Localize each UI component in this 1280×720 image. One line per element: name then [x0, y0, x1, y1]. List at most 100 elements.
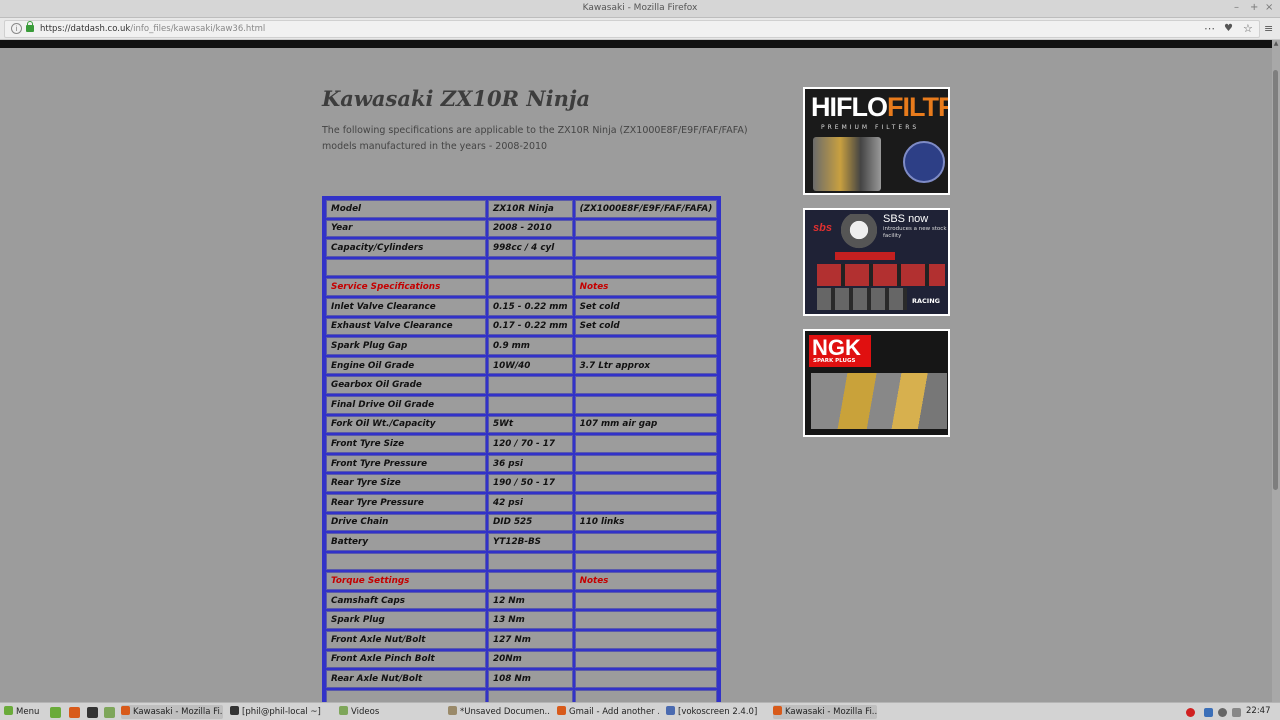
taskbar-item-gmail[interactable]: Gmail - Add another ...: [557, 705, 659, 719]
products-image: [817, 288, 907, 310]
spec-cell-c1: Engine Oil Grade: [326, 356, 486, 375]
spec-cell-c2: [488, 552, 573, 571]
spec-cell-c1: Final Drive Oil Grade: [326, 395, 486, 414]
files-launcher-icon[interactable]: [104, 707, 115, 718]
spec-cell-c3: Set cold: [574, 317, 718, 336]
spec-row: Gearbox Oil Grade: [326, 376, 718, 394]
sbs-ad[interactable]: sbs SBS now introduces a new stock facil…: [803, 208, 950, 316]
spec-cell-c1: Rear Tyre Pressure: [326, 493, 486, 512]
hiflo-logo-a: HIFLO: [811, 92, 888, 122]
spec-row: Rear Tyre Pressure 42 psi: [326, 493, 718, 512]
spec-cell-c3: (ZX1000E8F/E9F/FAF/FAFA): [574, 200, 718, 218]
spec-table: Model ZX10R Ninja (ZX1000E8F/E9F/FAF/FAFA)…: [322, 196, 722, 702]
spec-cell-c1: Capacity/Cylinders: [326, 239, 486, 257]
spec-cell-c3: [574, 670, 718, 688]
terminal-launcher-icon[interactable]: [87, 707, 98, 718]
hiflo-tagline: PREMIUM FILTERS: [821, 124, 920, 131]
taskbar-item-label: [phil@phil-local ~]: [242, 707, 321, 717]
vertical-scrollbar[interactable]: ▲: [1272, 40, 1280, 702]
spec-cell-c1: [326, 689, 486, 702]
spec-row: [326, 258, 718, 277]
spec-cell-c2: 20Nm: [488, 650, 573, 669]
taskbar-item-label: Kawasaki - Mozilla Fi...: [785, 707, 877, 717]
show-desktop-icon[interactable]: [50, 707, 61, 718]
hiflofiltro-ad[interactable]: HIFLOFILTRO PREMIUM FILTERS: [803, 87, 950, 195]
spec-cell-c3: [574, 376, 718, 394]
spec-cell-c3: [574, 219, 718, 238]
pocket-icon[interactable]: ♥: [1224, 23, 1233, 34]
ngk-ad[interactable]: NGK SPARK PLUGS: [803, 329, 950, 437]
spec-cell-c1: Torque Settings: [326, 572, 486, 590]
spec-cell-c3: [574, 533, 718, 551]
scroll-up-icon[interactable]: ▲: [1272, 40, 1280, 47]
spec-row: [326, 689, 718, 702]
folder-icon: [339, 706, 348, 715]
spec-row: Inlet Valve Clearance 0.15 - 0.22 mm Set c…: [326, 297, 718, 316]
spec-row: Camshaft Caps 12 Nm: [326, 591, 718, 610]
site-info-icon[interactable]: i: [11, 23, 22, 34]
taskbar-item-label: Gmail - Add another ...: [569, 707, 659, 717]
spec-cell-c3: Set cold: [574, 297, 718, 316]
taskbar-item-terminal[interactable]: [phil@phil-local ~]: [230, 705, 332, 719]
spec-cell-c1: Fork Oil Wt./Capacity: [326, 415, 486, 434]
firefox-icon: [557, 706, 566, 715]
spec-cell-c3: Notes: [574, 572, 718, 590]
hamburger-menu-icon[interactable]: ≡: [1264, 22, 1273, 35]
spec-cell-c3: 107 mm air gap: [574, 415, 718, 434]
spec-cell-c2: 0.9 mm: [488, 337, 573, 355]
filter-products-image: [813, 137, 881, 191]
spec-row: Spark Plug 13 Nm: [326, 611, 718, 630]
spec-cell-c2: [488, 376, 573, 394]
taskbar-item-kawasaki-2[interactable]: Kawasaki - Mozilla Fi...: [773, 705, 877, 719]
spec-row: Service Specifications Notes: [326, 278, 718, 296]
maximize-icon[interactable]: +: [1250, 2, 1258, 13]
spec-cell-c1: Battery: [326, 533, 486, 551]
spec-row: Torque Settings Notes: [326, 572, 718, 590]
spec-cell-c1: Spark Plug Gap: [326, 337, 486, 355]
spec-cell-c1: Inlet Valve Clearance: [326, 297, 486, 316]
spec-cell-c3: [574, 454, 718, 473]
user-icon[interactable]: [1218, 708, 1227, 717]
page-actions-icon[interactable]: ⋯: [1204, 22, 1215, 35]
close-icon[interactable]: ×: [1265, 2, 1273, 13]
spec-row: Year 2008 - 2010: [326, 219, 718, 238]
hiflo-logo: HIFLOFILTRO: [811, 92, 948, 123]
spec-cell-c3: [574, 611, 718, 630]
spec-cell-c1: Spark Plug: [326, 611, 486, 630]
lock-icon[interactable]: [26, 21, 34, 32]
spec-row: Rear Axle Nut/Bolt 108 Nm: [326, 670, 718, 688]
record-icon[interactable]: [1186, 708, 1195, 717]
url-bar[interactable]: i https://datdash.co.uk/info_files/kawas…: [4, 20, 1260, 38]
taskbar-item-editor[interactable]: *Unsaved Documen...: [448, 705, 550, 719]
minimize-icon[interactable]: –: [1234, 2, 1239, 13]
clock[interactable]: 22:47: [1246, 706, 1271, 716]
spec-cell-c2: 13 Nm: [488, 611, 573, 630]
spec-row: Front Tyre Pressure 36 psi: [326, 454, 718, 473]
taskbar-item-label: Videos: [351, 707, 380, 717]
taskbar-item-kawasaki[interactable]: Kawasaki - Mozilla Fi...: [121, 705, 223, 719]
spec-cell-c2: 2008 - 2010: [488, 219, 573, 238]
spec-cell-c3: [574, 650, 718, 669]
shield-icon[interactable]: [1204, 708, 1213, 717]
url-text[interactable]: https://datdash.co.uk/info_files/kawasak…: [40, 24, 265, 34]
wifi-icon[interactable]: [1232, 708, 1241, 717]
firefox-launcher-icon[interactable]: [69, 707, 80, 718]
spec-row: [326, 552, 718, 571]
bookmark-star-icon[interactable]: ☆: [1243, 22, 1253, 35]
spec-row: Capacity/Cylinders 998cc / 4 cyl: [326, 239, 718, 257]
spec-row: Rear Tyre Size 190 / 50 - 17: [326, 474, 718, 492]
brake-pads-image: [817, 264, 945, 286]
text-editor-icon: [448, 706, 457, 715]
scrollbar-thumb[interactable]: [1273, 70, 1278, 490]
spec-cell-c3: [574, 591, 718, 610]
start-menu-button[interactable]: Menu: [4, 705, 39, 719]
spec-cell-c1: Front Tyre Pressure: [326, 454, 486, 473]
spec-row: Front Axle Nut/Bolt 127 Nm: [326, 631, 718, 649]
spec-cell-c2: 0.15 - 0.22 mm: [488, 297, 573, 316]
taskbar-item-vokoscreen[interactable]: [vokoscreen 2.4.0]: [666, 705, 768, 719]
taskbar-item-videos[interactable]: Videos: [339, 705, 441, 719]
spec-cell-c2: [488, 278, 573, 296]
spec-cell-c3: [574, 258, 718, 277]
spec-cell-c1: Gearbox Oil Grade: [326, 376, 486, 394]
spec-row: Front Axle Pinch Bolt 20Nm: [326, 650, 718, 669]
